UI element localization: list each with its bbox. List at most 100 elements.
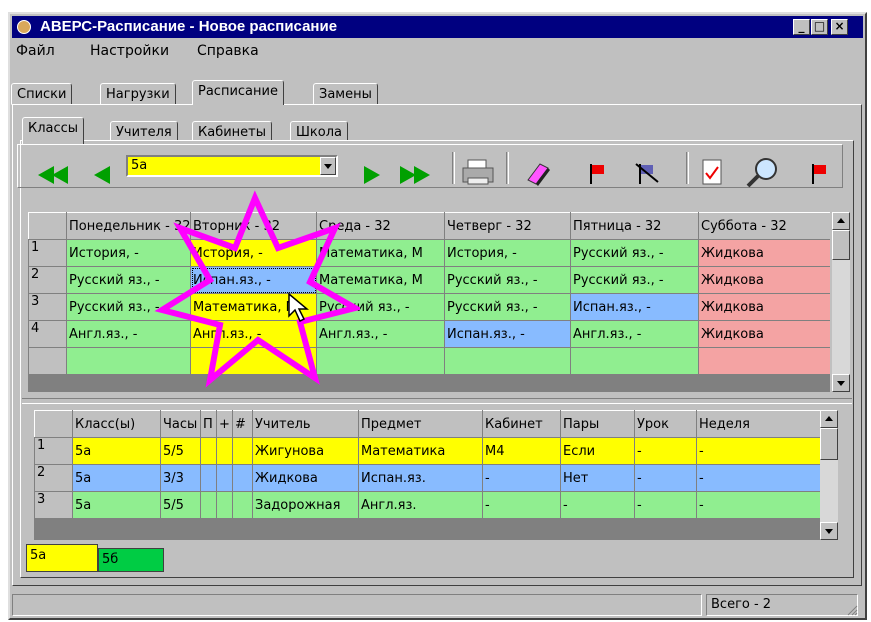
search-icon[interactable]	[744, 156, 784, 188]
column-header[interactable]: Пятница - 32	[570, 212, 699, 240]
load-cell[interactable]: -	[482, 491, 561, 519]
column-header[interactable]: Часы	[160, 410, 201, 438]
load-scrollbar[interactable]	[820, 410, 838, 540]
load-cell[interactable]: М4	[482, 437, 561, 465]
load-cell[interactable]: Испан.яз.	[358, 464, 483, 492]
class-tab-5a[interactable]: 5а	[26, 544, 98, 572]
row-number: 4	[28, 320, 67, 348]
load-cell[interactable]	[200, 437, 217, 465]
tab-lists[interactable]: Списки	[11, 83, 73, 105]
load-cell[interactable]: -	[482, 464, 561, 492]
load-cell[interactable]: 5а	[72, 464, 161, 492]
title-bar: АВЕРС-Расписание - Новое расписание _ □ …	[12, 16, 863, 38]
scroll-up-icon[interactable]	[820, 410, 838, 428]
lesson-cell[interactable]: Англ.яз., -	[570, 320, 699, 348]
column-header[interactable]: П	[200, 410, 217, 438]
lesson-cell[interactable]: Испан.яз., -	[570, 293, 699, 321]
first-icon[interactable]	[38, 164, 80, 186]
load-cell[interactable]: Жигунова	[252, 437, 359, 465]
tab-loads[interactable]: Нагрузки	[100, 83, 176, 105]
scroll-thumb[interactable]	[832, 230, 850, 260]
load-cell[interactable]: 5/5	[160, 437, 201, 465]
table-row: 2 5а 3/3 Жидкова Испан.яз. - Нет - -	[34, 464, 820, 492]
minimize-button[interactable]: _	[793, 19, 810, 35]
load-cell[interactable]: Англ.яз.	[358, 491, 483, 519]
tab-classes[interactable]: Классы	[22, 117, 85, 144]
load-cell[interactable]: -	[634, 491, 697, 519]
prev-icon[interactable]	[94, 164, 114, 186]
lesson-cell[interactable]: Жидкова	[698, 266, 830, 294]
column-header[interactable]: +	[216, 410, 233, 438]
load-cell[interactable]: -	[696, 437, 820, 465]
lesson-cell[interactable]: Жидкова	[698, 239, 830, 267]
next-icon[interactable]	[362, 164, 382, 186]
scroll-down-icon[interactable]	[820, 522, 838, 540]
status-main	[12, 594, 702, 616]
flag-icon[interactable]	[588, 162, 610, 186]
column-header[interactable]: Суббота - 32	[698, 212, 830, 240]
load-cell[interactable]	[216, 437, 233, 465]
load-cell[interactable]: Математика	[358, 437, 483, 465]
column-header[interactable]: Урок	[634, 410, 697, 438]
column-header[interactable]: Пары	[560, 410, 635, 438]
load-cell[interactable]	[200, 491, 217, 519]
scroll-down-icon[interactable]	[832, 374, 850, 392]
lesson-cell[interactable]: Русский яз., -	[570, 239, 699, 267]
lesson-cell[interactable]: Жидкова	[698, 320, 830, 348]
load-cell[interactable]: -	[696, 491, 820, 519]
menu-settings[interactable]: Настройки	[90, 43, 169, 59]
load-cell[interactable]: 5а	[72, 491, 161, 519]
load-cell[interactable]	[216, 464, 233, 492]
load-cell[interactable]	[216, 491, 233, 519]
printer-icon[interactable]	[460, 156, 496, 188]
column-header[interactable]: Учитель	[252, 410, 359, 438]
load-cell[interactable]	[232, 437, 253, 465]
eraser-icon[interactable]	[522, 158, 554, 186]
load-cell[interactable]: 5а	[72, 437, 161, 465]
schedule-scrollbar[interactable]	[832, 212, 850, 392]
column-header[interactable]: Предмет	[358, 410, 483, 438]
flag-red-icon[interactable]	[810, 162, 832, 186]
load-cell[interactable]: -	[634, 437, 697, 465]
class-tab-5b[interactable]: 5б	[98, 548, 164, 572]
load-cell[interactable]: 5/5	[160, 491, 201, 519]
close-button[interactable]: ×	[831, 19, 848, 35]
load-cell[interactable]: Задорожная	[252, 491, 359, 519]
scroll-up-icon[interactable]	[832, 212, 850, 230]
tab-substitutions[interactable]: Замены	[313, 83, 378, 105]
lesson-cell[interactable]: История, -	[444, 239, 571, 267]
load-cell[interactable]: Нет	[560, 464, 635, 492]
load-cell[interactable]: Если	[560, 437, 635, 465]
load-cell[interactable]	[200, 464, 217, 492]
load-cell[interactable]: 3/3	[160, 464, 201, 492]
load-cell[interactable]: -	[634, 464, 697, 492]
last-icon[interactable]	[398, 164, 440, 186]
lesson-cell[interactable]: Русский яз., -	[444, 266, 571, 294]
lesson-cell[interactable]: Русский яз., -	[444, 293, 571, 321]
menu-file[interactable]: Файл	[16, 43, 55, 59]
column-header[interactable]: Неделя	[696, 410, 820, 438]
column-header[interactable]: Класс(ы)	[72, 410, 161, 438]
splitter[interactable]	[22, 398, 852, 404]
lesson-cell[interactable]: Испан.яз., -	[444, 320, 571, 348]
scroll-thumb[interactable]	[820, 428, 838, 460]
resize-grip-icon[interactable]	[846, 604, 858, 616]
table-row: 2 Русский яз., - Испан.яз., - Математика…	[28, 266, 830, 294]
lesson-cell[interactable]: Жидкова	[698, 293, 830, 321]
column-header[interactable]: #	[232, 410, 253, 438]
load-cell[interactable]	[232, 491, 253, 519]
lesson-cell[interactable]: Русский яз., -	[570, 266, 699, 294]
class-select[interactable]: 5а	[126, 155, 338, 177]
load-cell[interactable]	[232, 464, 253, 492]
load-cell[interactable]: Жидкова	[252, 464, 359, 492]
tab-schedule[interactable]: Расписание	[192, 80, 284, 105]
maximize-button[interactable]: □	[811, 19, 828, 35]
load-cell[interactable]: -	[560, 491, 635, 519]
menu-help[interactable]: Справка	[197, 43, 259, 59]
check-document-icon[interactable]	[700, 158, 726, 186]
column-header[interactable]: Кабинет	[482, 410, 561, 438]
load-cell[interactable]: -	[696, 464, 820, 492]
chevron-down-icon[interactable]	[320, 157, 336, 175]
column-header[interactable]: Четверг - 32	[444, 212, 571, 240]
clear-flag-icon[interactable]	[634, 160, 662, 186]
